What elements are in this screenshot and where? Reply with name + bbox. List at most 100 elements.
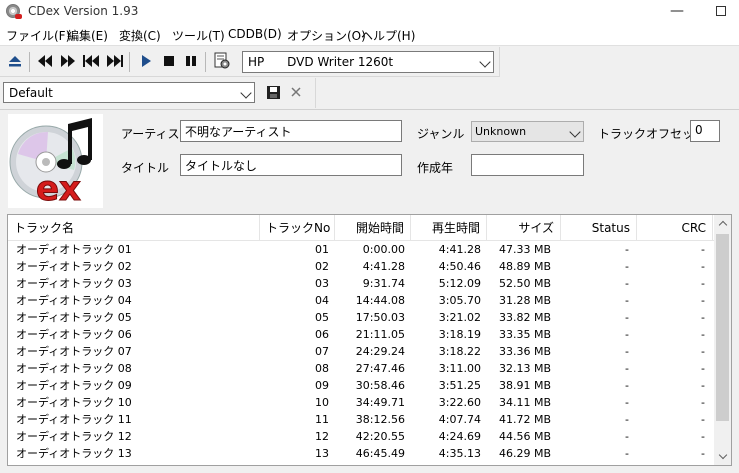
- maximize-button[interactable]: [698, 0, 739, 24]
- stop-button[interactable]: [159, 51, 179, 71]
- start-time-cell: 17:50.03: [355, 311, 405, 324]
- artist-field[interactable]: 不明なアーティスト: [180, 120, 402, 142]
- track-name-cell: オーディオトラック 02: [16, 260, 132, 273]
- menu-help[interactable]: ヘルプ(H): [361, 27, 415, 44]
- menu-edit[interactable]: 編集(E): [67, 27, 108, 44]
- start-time-cell: 24:29.24: [355, 345, 405, 358]
- table-row[interactable]: オーディオトラック 10 10 34:49.71 3:22.60 34.11 MB - -: [8, 394, 714, 411]
- column-header-track-name[interactable]: トラック名: [8, 215, 260, 241]
- table-row[interactable]: オーディオトラック 03 03 9:31.74 5:12.09 52.50 MB - -: [8, 275, 714, 292]
- scrollbar-thumb[interactable]: [716, 234, 729, 421]
- table-row[interactable]: オーディオトラック 12 12 42:20.55 4:24.69 44.56 MB - -: [8, 428, 714, 445]
- start-time-cell: 34:49.71: [355, 396, 405, 409]
- next-track-button[interactable]: [58, 51, 78, 71]
- save-profile-button[interactable]: [263, 82, 283, 102]
- crc-cell: -: [701, 430, 705, 443]
- track-name-cell: オーディオトラック 07: [16, 345, 132, 358]
- genre-select[interactable]: Unknown: [471, 121, 584, 142]
- track-no-cell: 09: [315, 379, 329, 392]
- skip-forward-button[interactable]: [105, 51, 125, 71]
- skip-back-icon: [83, 55, 99, 67]
- menu-tools[interactable]: ツール(T): [172, 27, 225, 44]
- column-header-size[interactable]: サイズ: [487, 215, 561, 241]
- delete-profile-button[interactable]: [286, 82, 306, 102]
- start-time-cell: 38:12.56: [355, 413, 405, 426]
- duration-cell: 4:41.28: [438, 243, 481, 256]
- track-no-cell: 10: [315, 396, 329, 409]
- table-row[interactable]: オーディオトラック 05 05 17:50.03 3:21.02 33.82 MB - -: [8, 309, 714, 326]
- crc-cell: -: [701, 294, 705, 307]
- table-row[interactable]: オーディオトラック 04 04 14:44.08 3:05.70 31.28 MB - -: [8, 292, 714, 309]
- start-time-cell: 4:41.28: [362, 260, 405, 273]
- column-header-track-no[interactable]: トラックNo: [260, 215, 335, 241]
- table-row[interactable]: オーディオトラック 01 01 0:00.00 4:41.28 47.33 MB - -: [8, 241, 714, 258]
- menu-file[interactable]: ファイル(F): [6, 27, 70, 44]
- track-no-cell: 08: [315, 362, 329, 375]
- status-cell: -: [625, 413, 629, 426]
- duration-cell: 3:51.25: [438, 379, 481, 392]
- eject-button[interactable]: [5, 51, 25, 71]
- crc-cell: -: [701, 396, 705, 409]
- size-cell: 33.35 MB: [498, 328, 551, 341]
- track-no-cell: 03: [315, 277, 329, 290]
- track-name-cell: オーディオトラック 08: [16, 362, 132, 375]
- title-label: タイトル: [121, 161, 170, 175]
- column-header-crc[interactable]: CRC: [637, 215, 713, 241]
- crc-cell: -: [701, 447, 705, 460]
- menu-cddb[interactable]: CDDB(D): [228, 27, 282, 41]
- year-field[interactable]: [471, 154, 584, 176]
- track-rows: オーディオトラック 01 01 0:00.00 4:41.28 47.33 MB - - オー…: [8, 241, 714, 462]
- toolbar-divider: [129, 52, 130, 72]
- size-cell: 32.13 MB: [498, 362, 551, 375]
- profile-select[interactable]: Default: [3, 82, 255, 103]
- chevron-down-icon: [718, 450, 727, 460]
- size-cell: 48.89 MB: [498, 260, 551, 273]
- table-row[interactable]: オーディオトラック 08 08 27:47.46 3:11.00 32.13 MB - -: [8, 360, 714, 377]
- table-row[interactable]: オーディオトラック 07 07 24:29.24 3:18.22 33.36 MB - -: [8, 343, 714, 360]
- duration-cell: 3:11.00: [438, 362, 481, 375]
- start-time-cell: 0:00.00: [362, 243, 405, 256]
- previous-track-button[interactable]: [35, 51, 55, 71]
- scroll-up-button[interactable]: [714, 215, 731, 232]
- size-cell: 31.28 MB: [498, 294, 551, 307]
- track-no-cell: 01: [315, 243, 329, 256]
- maximize-icon: [716, 6, 726, 16]
- fast-forward-icon: [61, 55, 75, 67]
- chevron-down-icon: [479, 56, 491, 68]
- pause-button[interactable]: [181, 51, 201, 71]
- start-time-cell: 9:31.74: [362, 277, 405, 290]
- column-header-start-time[interactable]: 開始時間: [335, 215, 411, 241]
- skip-back-button[interactable]: [81, 51, 101, 71]
- track-list: トラック名 トラックNo 開始時間 再生時間 サイズ Status CRC オー…: [7, 214, 732, 466]
- track-name-cell: オーディオトラック 05: [16, 311, 132, 324]
- duration-cell: 4:24.69: [438, 430, 481, 443]
- table-row[interactable]: オーディオトラック 13 13 46:45.49 4:35.13 46.29 MB - -: [8, 445, 714, 462]
- table-row[interactable]: オーディオトラック 09 09 30:58.46 3:51.25 38.91 MB - -: [8, 377, 714, 394]
- track-no-cell: 04: [315, 294, 329, 307]
- profile-select-value: Default: [9, 86, 53, 100]
- duration-cell: 5:12.09: [438, 277, 481, 290]
- rewind-icon: [38, 55, 52, 67]
- duration-cell: 3:18.19: [438, 328, 481, 341]
- minimize-button[interactable]: —: [654, 0, 700, 24]
- play-button[interactable]: [136, 51, 156, 71]
- size-cell: 41.72 MB: [498, 413, 551, 426]
- vertical-scrollbar[interactable]: [714, 215, 731, 465]
- column-header-duration[interactable]: 再生時間: [411, 215, 487, 241]
- scroll-down-button[interactable]: [714, 448, 731, 465]
- table-row[interactable]: オーディオトラック 11 11 38:12.56 4:07.74 41.72 MB - -: [8, 411, 714, 428]
- menu-convert[interactable]: 変換(C): [119, 27, 161, 44]
- table-row[interactable]: オーディオトラック 02 02 4:41.28 4:50.46 48.89 MB - -: [8, 258, 714, 275]
- track-info-button[interactable]: [212, 51, 232, 71]
- drive-select[interactable]: HP DVD Writer 1260t: [242, 51, 494, 73]
- track-offset-field[interactable]: 0: [690, 120, 720, 142]
- track-name-cell: オーディオトラック 12: [16, 430, 132, 443]
- table-row[interactable]: オーディオトラック 06 06 21:11.05 3:18.19 33.35 MB - -: [8, 326, 714, 343]
- title-field[interactable]: タイトルなし: [180, 154, 402, 176]
- track-no-cell: 06: [315, 328, 329, 341]
- svg-text:ex: ex: [36, 169, 81, 208]
- status-cell: -: [625, 277, 629, 290]
- column-header-status[interactable]: Status: [561, 215, 637, 241]
- menu-options[interactable]: オプション(O): [287, 27, 366, 44]
- track-name-cell: オーディオトラック 04: [16, 294, 132, 307]
